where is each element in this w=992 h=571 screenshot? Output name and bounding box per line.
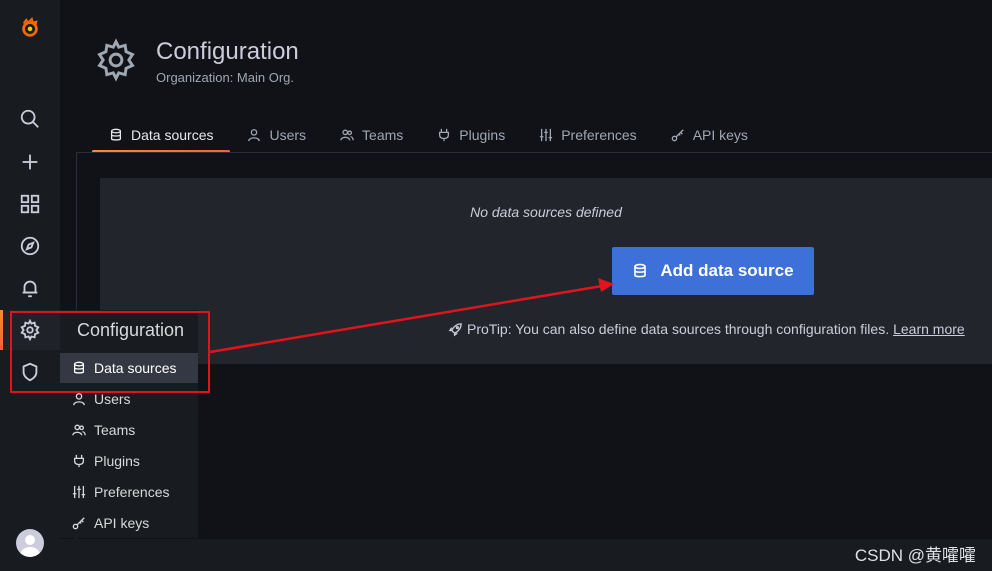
tab-api-keys[interactable]: API keys xyxy=(654,118,765,152)
tab-plugins[interactable]: Plugins xyxy=(420,118,522,152)
add-button-label: Add data source xyxy=(660,261,794,280)
tab-label: Preferences xyxy=(561,127,637,143)
users-icon xyxy=(72,424,86,436)
empty-title: No data sources defined xyxy=(470,204,622,220)
plug-icon xyxy=(439,128,450,142)
annotation-box xyxy=(10,311,210,393)
protip-text: ProTip: You can also define data sources… xyxy=(467,321,890,337)
rocket-icon xyxy=(448,322,462,336)
tab-teams[interactable]: Teams xyxy=(323,118,420,152)
protip: ProTip: You can also define data sources… xyxy=(448,321,965,337)
tab-label: Plugins xyxy=(459,127,506,143)
sliders-icon xyxy=(72,485,86,499)
learn-more-link[interactable]: Learn more xyxy=(893,321,965,337)
tab-data-sources[interactable]: Data sources xyxy=(92,118,231,153)
dropdown-item-label: Users xyxy=(94,391,131,407)
tab-label: Data sources xyxy=(131,127,214,143)
grafana-logo-icon[interactable] xyxy=(0,8,60,48)
user-icon xyxy=(248,129,261,142)
bell-icon[interactable] xyxy=(0,268,60,308)
tab-preferences[interactable]: Preferences xyxy=(522,118,653,152)
database-icon xyxy=(634,263,647,278)
watermark: CSDN @黄嚯嚯 xyxy=(854,546,976,565)
page-subtitle: Organization: Main Org. xyxy=(156,70,295,85)
users-icon xyxy=(340,129,354,141)
plug-icon xyxy=(73,454,85,468)
dropdown-item-teams[interactable]: Teams xyxy=(60,415,198,445)
dropdown-item-label: Teams xyxy=(94,422,136,438)
database-icon xyxy=(110,128,122,141)
user-icon xyxy=(73,393,85,406)
dashboards-icon[interactable] xyxy=(0,184,60,224)
dropdown-item-label: API keys xyxy=(94,515,150,531)
tab-label: Users xyxy=(269,127,307,143)
sliders-icon xyxy=(540,128,553,142)
tab-users[interactable]: Users xyxy=(230,118,323,152)
dropdown-item-plugins[interactable]: Plugins xyxy=(60,446,198,476)
search-icon[interactable] xyxy=(0,99,60,139)
dropdown-item-label: Preferences xyxy=(94,484,170,500)
key-icon xyxy=(72,517,85,530)
side-menu xyxy=(0,0,61,571)
add-data-source-button[interactable]: Add data source xyxy=(612,247,814,295)
tab-bar: Data sources Users Teams Plugins Prefere… xyxy=(92,118,765,153)
tab-label: API keys xyxy=(692,127,748,143)
empty-list-cta: No data sources defined Add data source … xyxy=(100,178,992,364)
explore-icon[interactable] xyxy=(0,226,60,266)
footer-bar xyxy=(60,539,992,571)
plus-icon[interactable] xyxy=(0,142,60,182)
main-content: Configuration Organization: Main Org. Da… xyxy=(60,0,992,571)
tab-label: Teams xyxy=(362,127,404,143)
avatar[interactable] xyxy=(16,529,44,557)
key-icon xyxy=(671,129,684,142)
dropdown-item-preferences[interactable]: Preferences xyxy=(60,477,198,507)
gear-icon xyxy=(97,38,135,82)
dropdown-item-api-keys[interactable]: API keys xyxy=(60,508,198,538)
page-title: Configuration xyxy=(156,38,299,65)
grafana-logo-icon xyxy=(22,17,38,37)
dropdown-item-label: Plugins xyxy=(94,453,140,469)
